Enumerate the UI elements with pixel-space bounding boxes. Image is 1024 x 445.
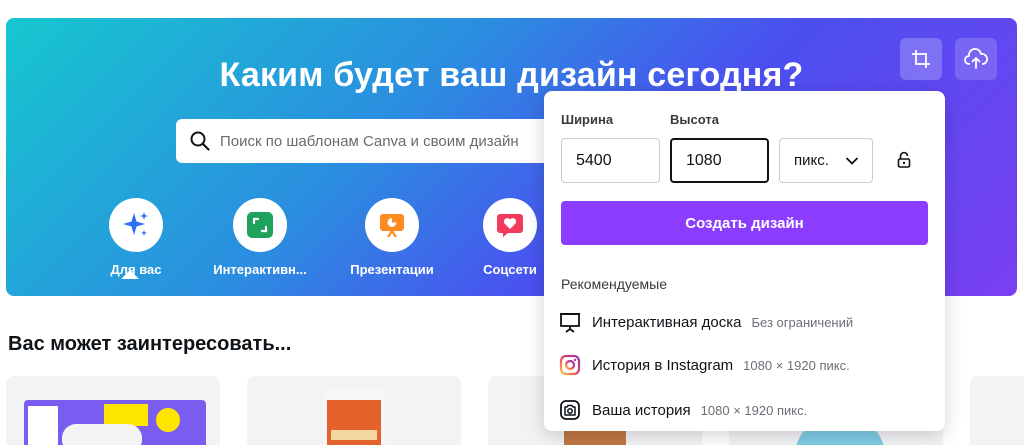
card-thumbnail-shape (104, 404, 148, 426)
recommended-item-name: Ваша история (592, 401, 691, 419)
recommended-item-size: Без ограничений (751, 314, 854, 330)
recommended-item-size: 1080 × 1920 пикс. (743, 357, 850, 373)
camera-icon (558, 398, 582, 422)
category-icon-circle (233, 198, 287, 252)
custom-size-button[interactable] (900, 38, 942, 80)
recommended-item-name: Интерактивная доска (592, 313, 742, 331)
upload-button[interactable] (955, 38, 997, 80)
cloud-upload-icon (964, 48, 988, 69)
suggestion-card[interactable] (970, 376, 1024, 445)
section-title: Вас может заинтересовать... (8, 333, 292, 355)
sparkle-icon (123, 212, 148, 236)
whiteboard-icon (247, 212, 273, 238)
category-icon-circle (365, 198, 419, 252)
canva-home: Каким будет ваш дизайн сегодня? Поиск по… (0, 0, 1024, 445)
card-thumbnail-shape (156, 408, 180, 432)
whiteboard-icon (558, 310, 582, 334)
category-icon-circle (109, 198, 163, 252)
crop-icon (912, 50, 930, 68)
suggestion-card[interactable] (6, 376, 220, 445)
card-thumbnail-shape (331, 430, 377, 440)
recommended-item-whiteboard[interactable]: Интерактивная доска Без ограничений (558, 305, 938, 339)
heart-icon (497, 214, 523, 237)
recommended-item-instagram-story[interactable]: История в Instagram 1080 × 1920 пикс. (558, 348, 938, 382)
width-label: Ширина (561, 112, 614, 127)
card-thumbnail-shape (62, 424, 142, 445)
category-label: Интерактивн... (213, 262, 307, 277)
category-whiteboard[interactable]: Интерактивн... (202, 198, 318, 277)
recommended-item-your-story[interactable]: Ваша история 1080 × 1920 пикс. (558, 393, 938, 427)
instagram-icon (558, 353, 582, 377)
suggestion-card[interactable] (247, 376, 461, 445)
category-label: Презентации (350, 262, 434, 277)
unlock-icon (897, 151, 911, 168)
unit-select[interactable]: пикс. (779, 138, 873, 183)
height-field[interactable] (670, 138, 769, 183)
search-icon (190, 131, 210, 151)
custom-size-popover: Ширина Высота пикс. Создать дизайн Реком… (544, 91, 945, 431)
card-thumbnail-shape (28, 406, 58, 445)
active-category-indicator (121, 270, 139, 279)
height-label: Высота (670, 112, 719, 127)
presentation-icon (380, 214, 404, 238)
aspect-lock-button[interactable] (897, 151, 911, 174)
hero-title: Каким будет ваш дизайн сегодня? (219, 56, 804, 94)
unit-select-value: пикс. (794, 152, 829, 169)
recommended-item-name: История в Instagram (592, 356, 734, 374)
recommended-title: Рекомендуемые (561, 276, 667, 292)
category-for-you[interactable]: Для вас (78, 198, 194, 277)
category-icon-circle (483, 198, 537, 252)
category-presentations[interactable]: Презентации (334, 198, 450, 277)
width-field[interactable] (561, 138, 660, 183)
chevron-down-icon (846, 157, 858, 165)
recommended-item-size: 1080 × 1920 пикс. (700, 402, 808, 418)
create-design-button[interactable]: Создать дизайн (561, 201, 928, 245)
